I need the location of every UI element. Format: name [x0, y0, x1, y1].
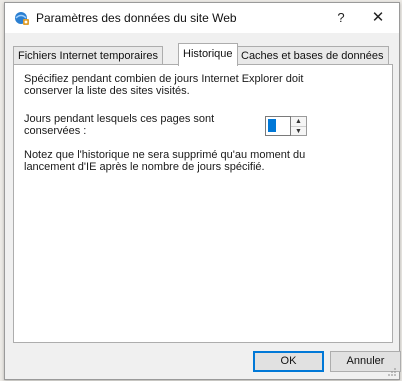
tab-historique[interactable]: Historique — [178, 43, 238, 66]
days-stepper[interactable]: ▲ ▼ — [265, 116, 307, 136]
arrow-up-icon[interactable]: ▲ — [291, 117, 306, 127]
historique-panel: Spécifiez pendant combien de jours Inter… — [13, 64, 393, 343]
arrow-down-icon[interactable]: ▼ — [291, 127, 306, 136]
dialog-title: Paramètres des données du site Web — [36, 11, 237, 25]
close-button[interactable]: ✕ — [363, 6, 393, 30]
days-input-selection — [268, 119, 276, 132]
settings-dialog: Paramètres des données du site Web ? ✕ F… — [4, 2, 401, 380]
retention-description: Spécifiez pendant combien de jours Inter… — [24, 73, 304, 97]
title-bar: Paramètres des données du site Web ? ✕ — [5, 3, 399, 33]
help-button[interactable]: ? — [329, 6, 353, 30]
tab-strip: Fichiers Internet temporaires Historique… — [13, 43, 393, 66]
tab-caches-et-bases-de-donnees[interactable]: Caches et bases de données — [236, 46, 389, 64]
tab-fichiers-internet-temporaires[interactable]: Fichiers Internet temporaires — [13, 46, 163, 64]
days-label: Jours pendant lesquels ces pages sont co… — [24, 113, 215, 137]
ie-settings-icon — [15, 12, 29, 25]
days-stepper-arrows: ▲ ▼ — [291, 116, 307, 136]
history-note: Notez que l'historique ne sera supprimé … — [24, 149, 306, 173]
ok-button[interactable]: OK — [253, 351, 324, 372]
resize-grip-icon[interactable] — [387, 367, 397, 377]
